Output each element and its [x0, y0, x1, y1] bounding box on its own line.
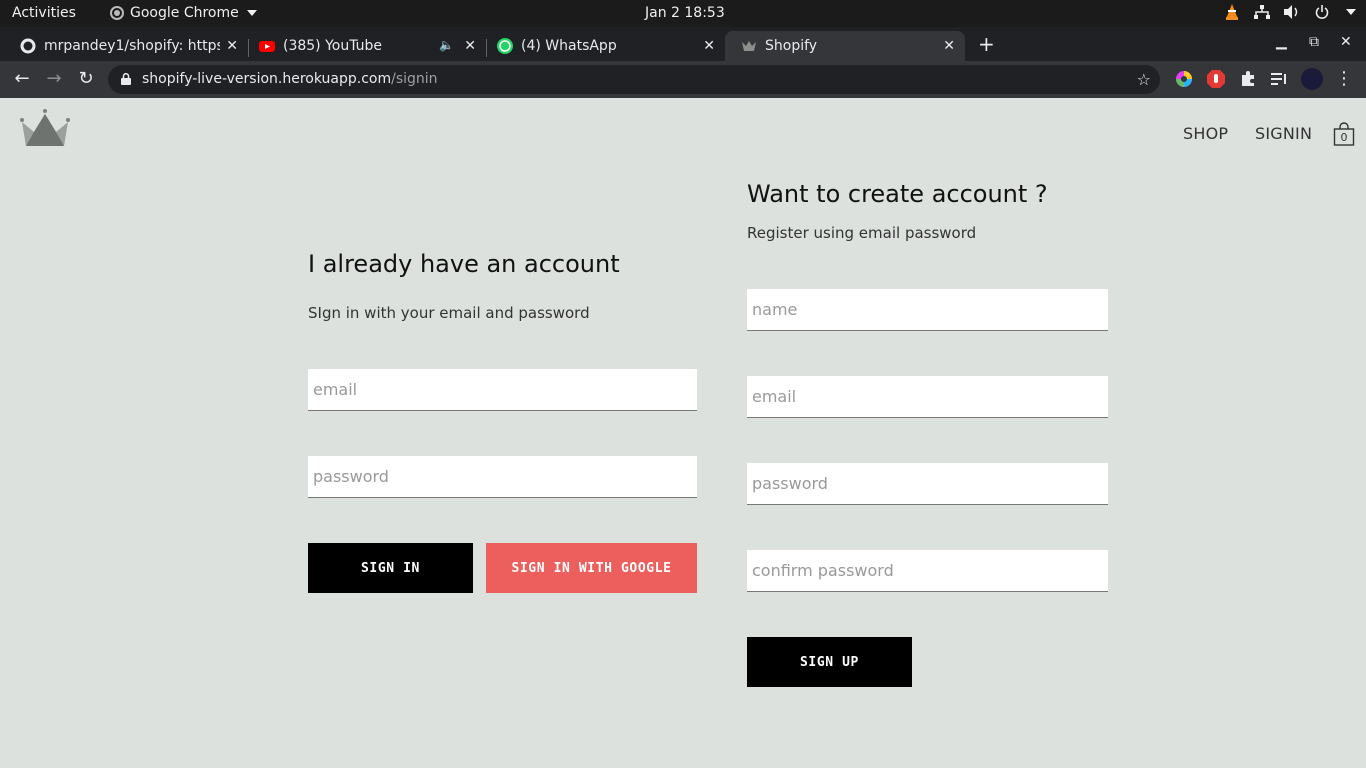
- chrome-icon: [110, 6, 124, 20]
- lock-icon[interactable]: [121, 73, 131, 85]
- sign-in-with-google-button[interactable]: SIGN IN WITH GOOGLE: [486, 543, 697, 593]
- placeholder: email: [752, 387, 797, 406]
- signup-subtitle: Register using email password: [747, 224, 977, 242]
- tab-label: mrpandey1/shopify: https: [44, 38, 220, 54]
- url-host: shopify-live-version.herokuapp.com: [142, 71, 392, 87]
- tab-strip: mrpandey1/shopify: https ✕ (385) YouTube…: [0, 27, 1366, 61]
- new-tab-button[interactable]: +: [978, 32, 995, 56]
- vlc-icon[interactable]: [1224, 4, 1240, 20]
- placeholder: confirm password: [752, 561, 894, 580]
- sign-in-button[interactable]: SIGN IN: [308, 543, 473, 593]
- profile-avatar[interactable]: [1301, 68, 1323, 90]
- tab-youtube[interactable]: (385) YouTube 🔈 ✕: [243, 31, 486, 61]
- signin-subtitle: SIgn in with your email and password: [308, 304, 590, 322]
- close-icon[interactable]: ✕: [703, 38, 715, 54]
- forward-arrow-icon[interactable]: →: [44, 69, 64, 89]
- bookmark-star-icon[interactable]: ☆: [1137, 70, 1151, 89]
- crown-icon: [742, 41, 756, 51]
- close-icon[interactable]: ✕: [464, 38, 476, 54]
- network-icon[interactable]: [1254, 4, 1270, 20]
- back-arrow-icon[interactable]: ←: [12, 69, 32, 89]
- placeholder: email: [313, 380, 358, 399]
- tab-label: (385) YouTube: [283, 38, 383, 54]
- close-window-button[interactable]: ✕: [1340, 34, 1352, 50]
- cart-button[interactable]: 0: [1333, 122, 1355, 146]
- puzzle-extensions-icon[interactable]: [1239, 70, 1257, 88]
- more-vert-icon[interactable]: ⋮: [1334, 69, 1354, 89]
- reload-icon[interactable]: ↻: [76, 69, 96, 89]
- tab-label: Shopify: [765, 38, 818, 54]
- tab-shopify[interactable]: Shopify ✕: [725, 31, 965, 61]
- muted-speaker-icon[interactable]: 🔈: [439, 38, 454, 52]
- minimize-button[interactable]: ▁: [1276, 34, 1287, 50]
- signup-email-input[interactable]: email: [747, 376, 1108, 418]
- tab-github[interactable]: mrpandey1/shopify: https ✕: [4, 31, 248, 61]
- placeholder: password: [313, 467, 389, 486]
- adblock-extension-icon[interactable]: [1207, 70, 1225, 88]
- placeholder: name: [752, 300, 798, 319]
- close-icon[interactable]: ✕: [226, 38, 238, 54]
- power-icon[interactable]: [1314, 4, 1330, 20]
- cart-count: 0: [1340, 131, 1348, 144]
- browser-toolbar: ← → ↻ shopify-live-version.herokuapp.com…: [0, 61, 1366, 98]
- signup-title: Want to create account ?: [747, 180, 1048, 208]
- youtube-icon: [259, 41, 275, 52]
- system-tray: [1224, 4, 1356, 20]
- nav-shop-link[interactable]: SHOP: [1183, 124, 1228, 143]
- whatsapp-icon: [497, 38, 513, 54]
- media-queue-icon[interactable]: [1270, 70, 1288, 88]
- os-top-bar: Activities Google Chrome Jan 2 18:53: [0, 0, 1366, 27]
- address-bar[interactable]: shopify-live-version.herokuapp.com/signi…: [108, 65, 1160, 94]
- app-name: Google Chrome: [130, 5, 239, 21]
- signup-confirm-password-input[interactable]: confirm password: [747, 550, 1108, 592]
- url-text[interactable]: shopify-live-version.herokuapp.com/signi…: [142, 71, 438, 87]
- clock[interactable]: Jan 2 18:53: [645, 5, 725, 21]
- github-icon: [20, 38, 36, 54]
- url-path: /signin: [391, 71, 438, 87]
- signin-email-input[interactable]: email: [308, 369, 697, 411]
- restore-button[interactable]: ⧉: [1309, 34, 1319, 50]
- chevron-down-icon[interactable]: [1346, 9, 1356, 15]
- chevron-down-icon: [246, 10, 257, 16]
- tab-whatsapp[interactable]: (4) WhatsApp ✕: [481, 31, 725, 61]
- signup-name-input[interactable]: name: [747, 289, 1108, 331]
- signup-password-input[interactable]: password: [747, 463, 1108, 505]
- nav-signin-link[interactable]: SIGNIN: [1255, 124, 1312, 143]
- page: SHOP SIGNIN 0 I already have an account …: [0, 98, 1366, 768]
- signin-title: I already have an account: [308, 250, 620, 278]
- close-icon[interactable]: ✕: [943, 38, 955, 54]
- sign-up-button[interactable]: SIGN UP: [747, 637, 912, 687]
- app-menu[interactable]: Google Chrome: [110, 5, 257, 21]
- signin-password-input[interactable]: password: [308, 456, 697, 498]
- activities-button[interactable]: Activities: [12, 5, 76, 21]
- placeholder: password: [752, 474, 828, 493]
- volume-icon[interactable]: [1284, 4, 1300, 20]
- crown-logo-icon[interactable]: [20, 108, 70, 148]
- tab-label: (4) WhatsApp: [521, 38, 617, 54]
- color-picker-extension-icon[interactable]: [1175, 70, 1193, 88]
